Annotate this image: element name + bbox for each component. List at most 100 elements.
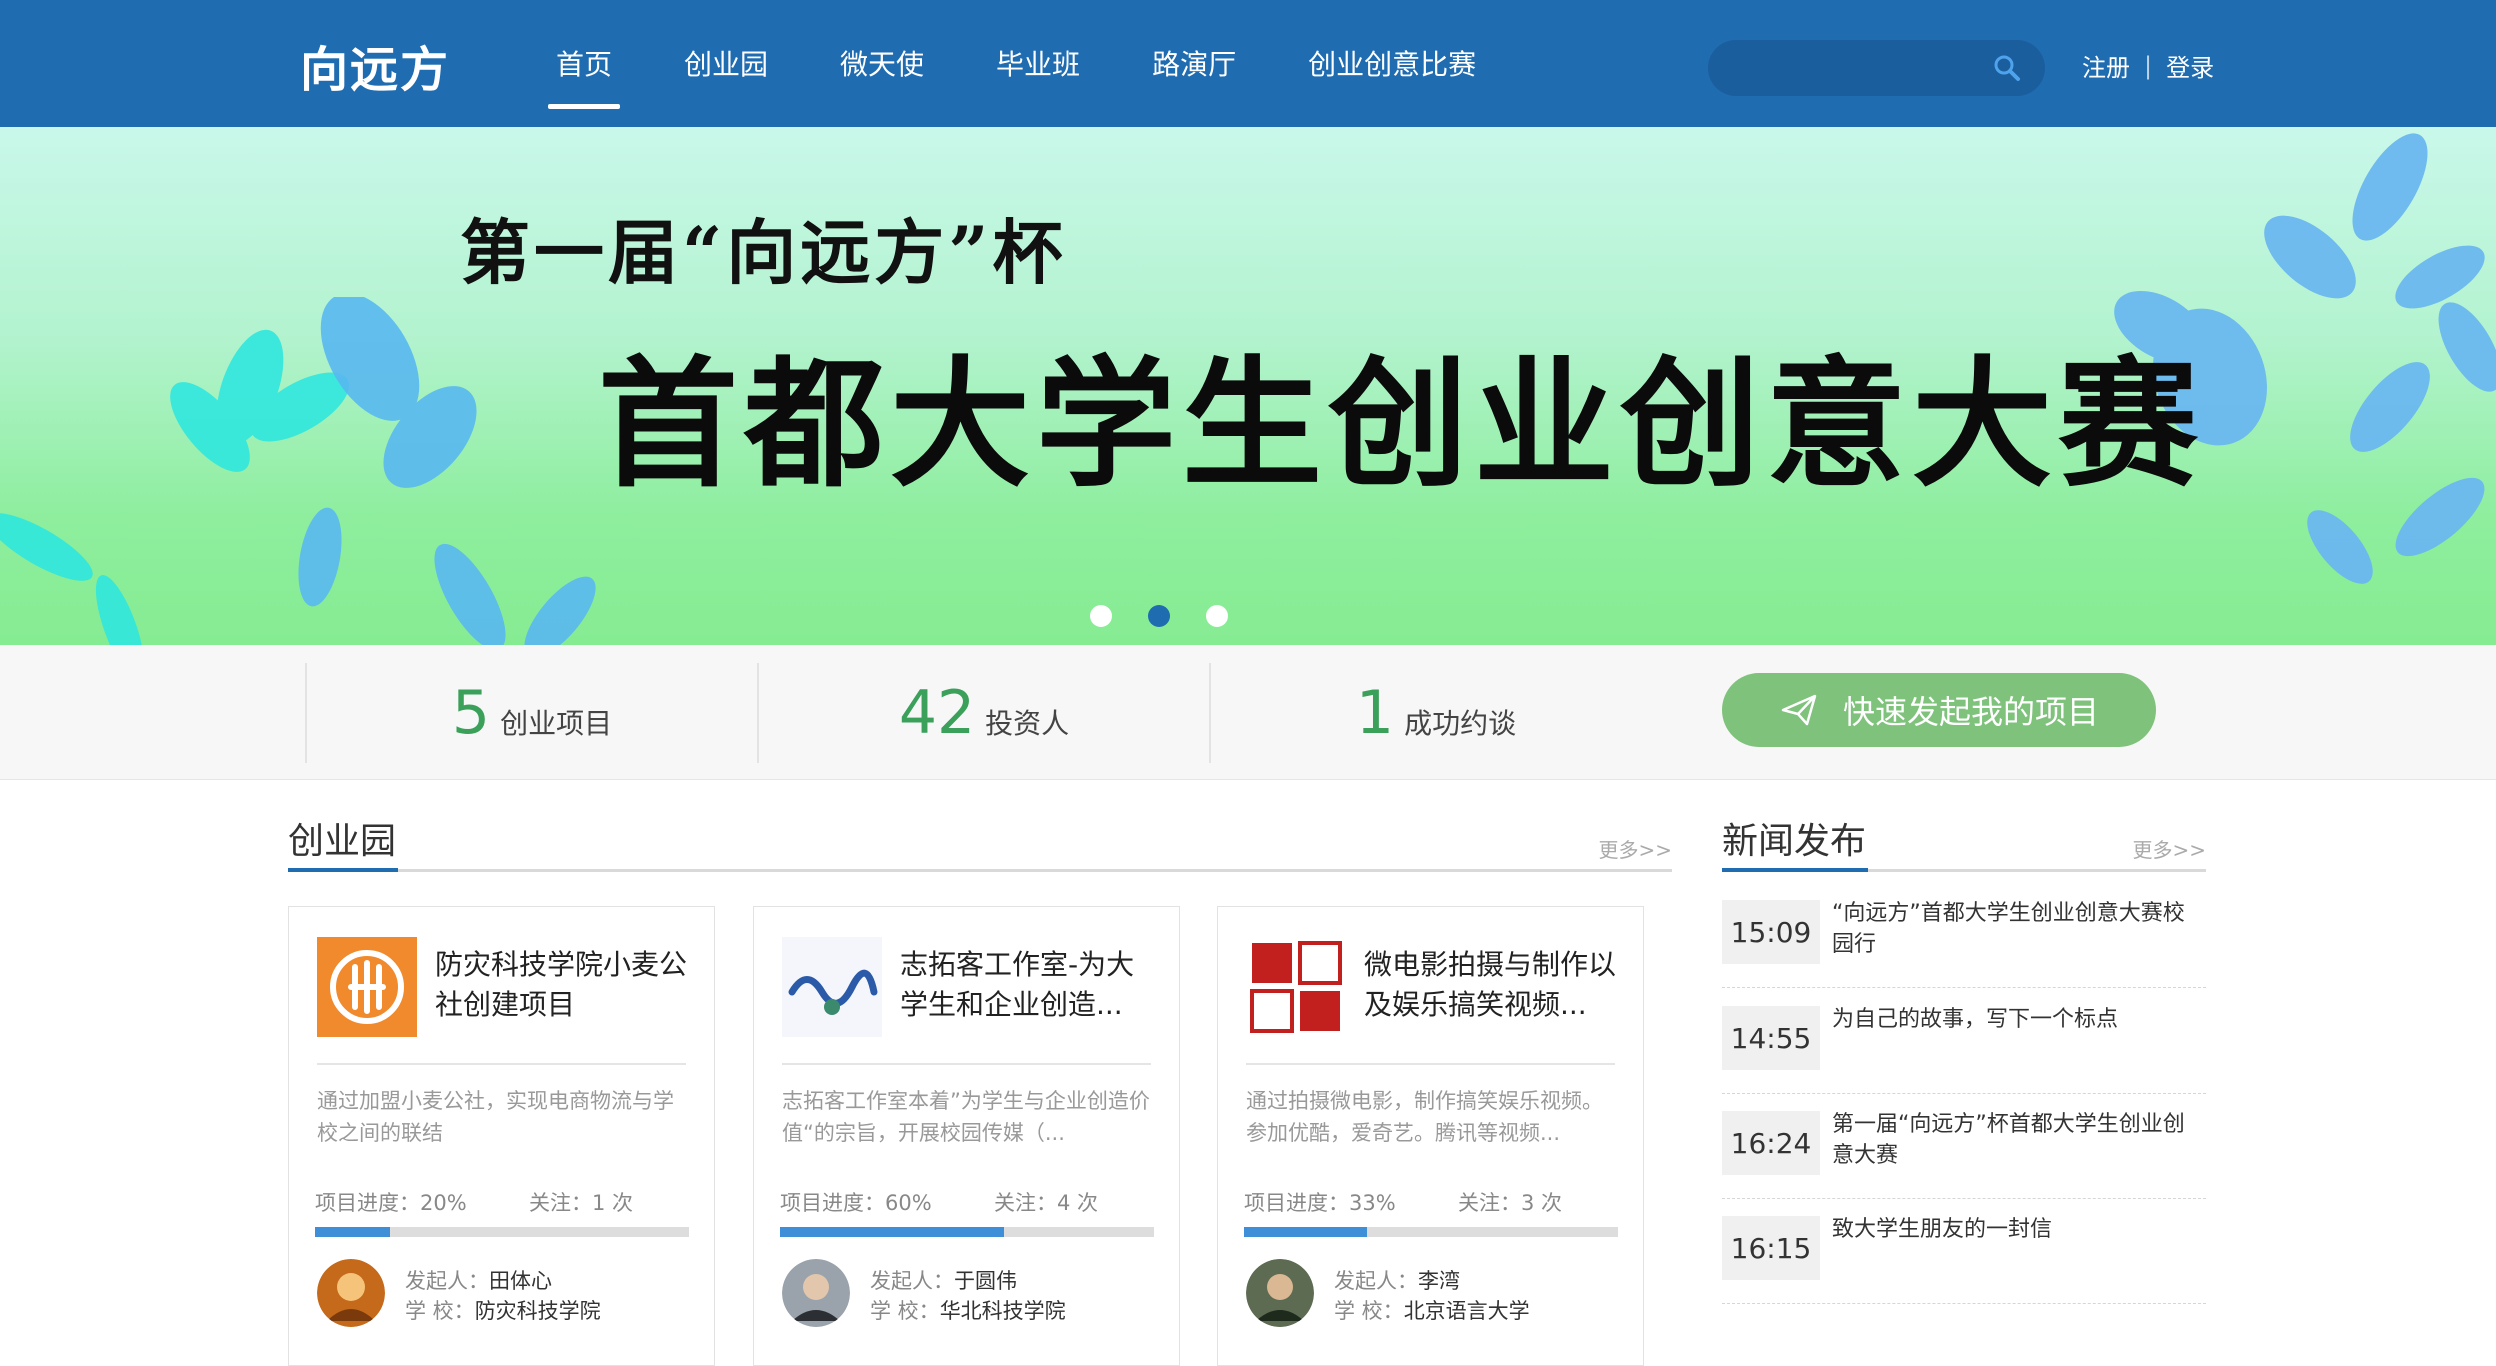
initiator-label: 发起人： [405, 1269, 489, 1293]
initiator-name[interactable]: 田体心 [489, 1269, 552, 1293]
main-nav: 首页 创业园 微天使 毕业班 路演厅 创业创意比赛 [520, 0, 1512, 127]
carousel-dots [1090, 605, 1228, 627]
project-card[interactable]: 微电影拍摄与制作以及娱乐搞笑视频... 通过拍摄微电影，制作搞笑娱乐视频。参加优… [1217, 906, 1644, 1366]
news-headline[interactable]: “向远方”首都大学生创业创意大赛校园行 [1832, 898, 2206, 960]
nav-item-micro-angel[interactable]: 微天使 [804, 0, 960, 127]
nav-item-home[interactable]: 首页 [520, 0, 648, 127]
stat-meetings-number: 1 [1355, 678, 1395, 748]
nav-item-graduate-class[interactable]: 毕业班 [960, 0, 1116, 127]
project-school: 学 校：华北科技学院 [870, 1295, 1066, 1325]
school-label: 学 校： [1334, 1299, 1404, 1323]
banner-subtitle: 第一届“向远方”杯 [460, 211, 1067, 294]
project-description: 通过拍摄微电影，制作搞笑娱乐视频。参加优酷，爱奇艺。腾讯等视频... [1246, 1089, 1603, 1145]
progress-bar [315, 1227, 689, 1237]
project-initiator: 发起人：田体心 [405, 1265, 552, 1295]
stat-meetings-label: 成功约谈 [1404, 707, 1517, 740]
news-headline[interactable]: 为自己的故事，写下一个标点 [1832, 1004, 2206, 1035]
initiator-label: 发起人： [1334, 1269, 1418, 1293]
avatar[interactable] [317, 1259, 385, 1327]
news-item[interactable]: 16:24 第一届“向远方”杯首都大学生创业创意大赛 [1722, 1095, 2206, 1199]
projects-section-title: 创业园 [288, 821, 397, 862]
card-divider [782, 1063, 1151, 1065]
initiator-name[interactable]: 李湾 [1418, 1269, 1460, 1293]
search-icon[interactable] [1993, 54, 2021, 82]
carousel-dot-2[interactable] [1148, 605, 1170, 627]
project-description: 志拓客工作室本着”为学生与企业创造价值“的宗旨，开展校园传媒（... [782, 1089, 1150, 1145]
initiator-name[interactable]: 于圆伟 [954, 1269, 1017, 1293]
project-follow-count: 关注：4 次 [994, 1191, 1099, 1215]
news-headline[interactable]: 致大学生朋友的一封信 [1832, 1214, 2206, 1245]
progress-fill [315, 1227, 390, 1237]
news-more-link[interactable]: 更多>> [2132, 834, 2206, 863]
launch-project-button[interactable]: 快速发起我的项目 [1722, 673, 2156, 747]
carousel-dot-1[interactable] [1090, 605, 1112, 627]
decorative-leaves-left [0, 297, 596, 645]
project-card[interactable]: 志拓客工作室-为大学生和企业创造... 志拓客工作室本着”为学生与企业创造价值“… [753, 906, 1180, 1366]
news-item[interactable]: 15:09 “向远方”首都大学生创业创意大赛校园行 [1722, 884, 2206, 988]
stat-investors-number: 42 [898, 678, 976, 748]
school-label: 学 校： [405, 1299, 475, 1323]
register-link[interactable]: 注册 [2082, 48, 2130, 83]
stat-investors: 42 投资人 [757, 663, 1209, 763]
project-school: 学 校：防灾科技学院 [405, 1295, 601, 1325]
progress-bar [780, 1227, 1154, 1237]
calligraphy-logo-icon [782, 937, 882, 1037]
paper-plane-icon [1781, 694, 1817, 726]
card-divider [1246, 1063, 1615, 1065]
news-time: 14:55 [1722, 1006, 1820, 1070]
news-time: 15:09 [1722, 900, 1820, 964]
news-section-title: 新闻发布 [1722, 821, 1867, 862]
project-title[interactable]: 微电影拍摄与制作以及娱乐搞笑视频... [1364, 945, 1624, 1025]
school-label: 学 校： [870, 1299, 940, 1323]
login-link[interactable]: 登录 [2166, 48, 2214, 83]
nav-item-roadshow[interactable]: 路演厅 [1116, 0, 1272, 127]
project-progress-label: 项目进度：20% [315, 1191, 467, 1215]
project-initiator: 发起人：于圆伟 [870, 1265, 1017, 1295]
stat-projects-label: 创业项目 [500, 707, 613, 740]
auth-separator: | [2144, 51, 2153, 80]
hero-banner[interactable]: 第一届“向远方”杯 首都大学生创业创意大赛 [0, 127, 2496, 645]
news-section-header: 新闻发布 更多>> [1722, 802, 2206, 872]
search-box [1708, 40, 2045, 96]
school-name: 北京语言大学 [1403, 1299, 1530, 1323]
stat-meetings: 1 成功约谈 [1209, 663, 1661, 763]
section-underline [1722, 868, 1868, 872]
project-progress-label: 项目进度：60% [780, 1191, 932, 1215]
stat-projects: 5 创业项目 [305, 663, 757, 763]
project-follow-count: 关注：3 次 [1458, 1191, 1563, 1215]
carousel-dot-3[interactable] [1206, 605, 1228, 627]
section-underline [288, 868, 398, 872]
avatar[interactable] [782, 1259, 850, 1327]
school-name: 防灾科技学院 [474, 1299, 601, 1323]
site-logo[interactable]: 向远方 [300, 30, 450, 100]
stat-projects-number: 5 [451, 678, 491, 748]
project-card[interactable]: 防灾科技学院小麦公社创建项目 通过加盟小麦公社，实现电商物流与学校之间的联结 项… [288, 906, 715, 1366]
project-title[interactable]: 志拓客工作室-为大学生和企业创造... [900, 945, 1160, 1025]
stats-bar: 5 创业项目 42 投资人 1 成功约谈 快速发起我的项目 [0, 645, 2496, 780]
stat-investors-label: 投资人 [985, 707, 1070, 740]
auth-links: 注册 | 登录 [2082, 48, 2214, 83]
avatar[interactable] [1246, 1259, 1314, 1327]
news-headline[interactable]: 第一届“向远方”杯首都大学生创业创意大赛 [1832, 1109, 2206, 1171]
news-time: 16:24 [1722, 1111, 1820, 1175]
card-divider [317, 1063, 686, 1065]
news-time: 16:15 [1722, 1216, 1820, 1280]
search-input[interactable] [1732, 48, 1972, 88]
seal-logo-icon [1246, 937, 1346, 1037]
project-title[interactable]: 防灾科技学院小麦公社创建项目 [435, 945, 695, 1025]
school-name: 华北科技学院 [939, 1299, 1066, 1323]
top-header: 向远方 首页 创业园 微天使 毕业班 路演厅 创业创意比赛 注册 | 登录 [0, 0, 2496, 127]
project-follow-count: 关注：1 次 [529, 1191, 634, 1215]
progress-fill [1244, 1227, 1368, 1237]
progress-fill [780, 1227, 1005, 1237]
launch-project-label: 快速发起我的项目 [1842, 693, 2099, 731]
projects-section-header: 创业园 更多>> [288, 802, 1672, 872]
projects-more-link[interactable]: 更多>> [1598, 834, 1672, 863]
initiator-label: 发起人： [870, 1269, 954, 1293]
nav-item-startup-park[interactable]: 创业园 [648, 0, 804, 127]
nav-item-competition[interactable]: 创业创意比赛 [1272, 0, 1512, 127]
progress-bar [1244, 1227, 1618, 1237]
news-item[interactable]: 14:55 为自己的故事，写下一个标点 [1722, 990, 2206, 1094]
project-progress-label: 项目进度：33% [1244, 1191, 1396, 1215]
news-item[interactable]: 16:15 致大学生朋友的一封信 [1722, 1200, 2206, 1304]
